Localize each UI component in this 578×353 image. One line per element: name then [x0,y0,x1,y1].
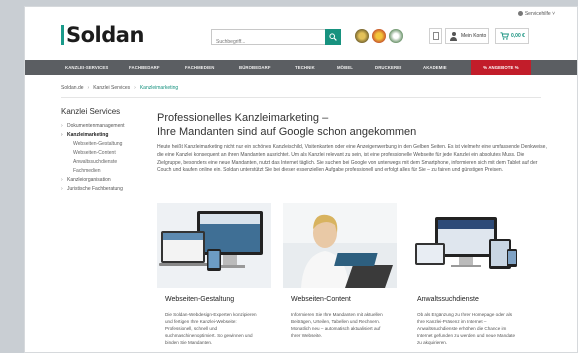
logo-text: Soldan [66,23,144,47]
breadcrumb-separator: › [87,85,90,91]
nav-item-akademie[interactable]: AKADEMIE [423,60,447,75]
cart-button[interactable]: 0,00 € [495,28,529,44]
sidebar-item-kanzleiorganisation[interactable]: Kanzleiorganisation [61,176,161,185]
search-button[interactable] [325,29,341,45]
devices-image [157,203,271,288]
soldan-logo[interactable]: Soldan [61,23,144,47]
nav-item-kanzlei-services[interactable]: KANZLEI-SERVICES [65,60,108,75]
service-card-anwaltssuchdienste[interactable]: Anwaltssuchdienste Ob als Ergänzung zu I… [409,203,523,352]
devices-illustration [157,203,271,288]
webpage: Servicehilfe ˅ Soldan Mein Konto 0,00 € … [24,6,578,353]
breadcrumb-home[interactable]: Soldan.de [61,85,84,91]
page-title: Professionelles Kanzleimarketing – Ihre … [157,111,547,139]
card-title[interactable]: Anwaltssuchdienste [417,296,479,303]
nav-item-druckerei[interactable]: DRUCKEREI [375,60,401,75]
search-icon [329,33,337,41]
sidebar-item-juristische-fachberatung[interactable]: Juristische Fachberatung [61,185,161,194]
service-card-webseiten-content[interactable]: Webseiten-Content Informieren Sie Ihre M… [283,203,397,352]
woman-with-laptop-image [283,203,397,288]
nav-item-fachbedarf[interactable]: FACHBEDARF [129,60,160,75]
nav-item-moebel[interactable]: MÖBEL [337,60,353,75]
nav-item-fachmedien[interactable]: FACHMEDIEN [185,60,214,75]
woman-with-laptop-illustration [283,203,397,288]
sidebar-item-webseiten-content[interactable]: Webseiten-Content [61,149,161,158]
card-text: Die Soldan-Webdesign-Experten konzipiere… [165,312,257,345]
sidebar-menu: Dokumentenmanagement Kanzleimarketing We… [61,122,161,194]
user-icon [450,32,457,41]
sidebar-title: Kanzlei Services [61,107,121,116]
cart-total: 0,00 € [511,33,525,39]
divider [61,97,541,98]
card-text: Ob als Ergänzung zu Ihrer Homepage oder … [417,312,516,345]
logo-bar [61,25,64,45]
search-input[interactable] [212,35,324,49]
nav-item-angebote[interactable]: % ANGEBOTE % [471,60,531,75]
multi-device-image [409,203,523,288]
award-seal-icon [355,29,369,43]
breadcrumb-separator: › [134,85,136,91]
sidebar-item-anwaltssuchdienste[interactable]: Anwaltssuchdienste [61,158,161,167]
help-icon [517,11,523,17]
search-box [211,29,341,49]
sidebar-item-kanzleimarketing[interactable]: Kanzleimarketing [61,131,161,140]
page-title-line-1: Professionelles Kanzleimarketing – [157,112,329,124]
page-title-line-2: Ihre Mandanten sind auf Google schon ang… [157,126,417,138]
card-title[interactable]: Webseiten-Gestaltung [165,296,234,303]
award-seal-icon [372,29,386,43]
cart-icon [500,32,509,40]
sidebar-item-dokumentenmanagement[interactable]: Dokumentenmanagement [61,122,161,131]
sidebar-item-webseiten-gestaltung[interactable]: Webseiten-Gestaltung [61,140,161,149]
notepad-icon [433,32,439,40]
nav-item-buerobedarf[interactable]: BÜROBEDARF [239,60,271,75]
main-navigation: KANZLEI-SERVICES FACHBEDARF FACHMEDIEN B… [25,60,577,75]
service-card-webseiten-gestaltung[interactable]: Webseiten-Gestaltung Die Soldan-Webdesig… [157,203,271,352]
service-help-link[interactable]: Servicehilfe ˅ [517,11,555,17]
trust-seal-icon [389,29,403,43]
sidebar-item-fachmedien[interactable]: Fachmedien [61,167,161,176]
multi-device-illustration [409,203,523,288]
breadcrumb-kanzlei-services[interactable]: Kanzlei Services [93,85,130,91]
service-help-label: Servicehilfe [524,11,551,17]
nav-item-technik[interactable]: TECHNIK [295,60,315,75]
intro-paragraph: Heute heißt Kanzleimarketing nicht nur e… [157,144,547,174]
breadcrumb: Soldan.de › Kanzlei Services › Kanzleimarket… [61,85,178,91]
notepad-button[interactable] [429,28,442,44]
breadcrumb-current: Kanzleimarketing [139,85,179,91]
card-title[interactable]: Webseiten-Content [291,296,351,303]
card-text: Informieren Sie Ihre Mandanten mit aktue… [291,312,383,338]
account-button[interactable]: Mein Konto [445,28,489,44]
account-label: Mein Konto [461,33,487,39]
